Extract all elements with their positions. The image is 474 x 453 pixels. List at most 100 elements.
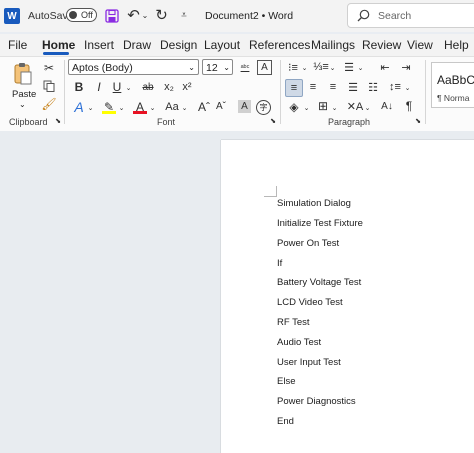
numbering-chevron-icon[interactable]: ⌄ bbox=[329, 62, 336, 74]
clipboard-group-label: Clipboard bbox=[9, 117, 48, 127]
font-color-icon[interactable]: A bbox=[133, 99, 147, 114]
document-line: Initialize Test Fixture bbox=[277, 218, 363, 229]
redo-icon[interactable]: ↻ bbox=[154, 7, 169, 24]
line-spacing-icon[interactable]: ↕≡ bbox=[387, 79, 403, 95]
separator bbox=[64, 60, 65, 124]
tab-view[interactable]: View bbox=[407, 38, 433, 52]
undo-dropdown-chevron-icon[interactable]: ⌄ bbox=[141, 9, 149, 21]
asian-layout-icon[interactable]: ✕A bbox=[347, 99, 364, 113]
bullets-chevron-icon[interactable]: ⌄ bbox=[301, 62, 308, 74]
autosave-toggle-knob bbox=[69, 11, 77, 19]
margin-corner-mark bbox=[264, 186, 277, 197]
document-line: User Input Test bbox=[277, 357, 341, 368]
document-line: End bbox=[277, 416, 294, 427]
document-line: Simulation Dialog bbox=[277, 198, 351, 209]
sort-icon[interactable]: A↓ bbox=[380, 99, 394, 113]
highlight-color-icon[interactable]: ✎ bbox=[102, 99, 116, 114]
text-effects-icon[interactable]: A bbox=[72, 99, 86, 115]
copy-icon[interactable] bbox=[42, 79, 56, 93]
align-center-icon[interactable]: ≡ bbox=[305, 79, 321, 95]
style-normal-tile[interactable]: AaBbC ¶ Norma bbox=[431, 62, 474, 108]
font-color-swatch bbox=[133, 111, 147, 114]
tab-file[interactable]: File bbox=[8, 38, 27, 52]
customize-toolbar-icon[interactable]: ⩡ bbox=[178, 8, 190, 22]
font-name-chevron-icon: ⌄ bbox=[188, 63, 195, 72]
separator bbox=[280, 60, 281, 124]
format-painter-icon[interactable]: 🖌 bbox=[41, 97, 56, 111]
paste-button[interactable]: Paste ⌄ bbox=[6, 60, 38, 112]
distributed-icon[interactable]: ☷ bbox=[365, 79, 381, 95]
undo-icon[interactable]: ↶ bbox=[126, 7, 141, 24]
search-box[interactable]: Search bbox=[347, 3, 474, 28]
tab-references[interactable]: References bbox=[249, 38, 310, 52]
paste-label: Paste bbox=[12, 89, 37, 100]
paragraph-dialog-launcher-icon[interactable]: ⬊ bbox=[414, 117, 422, 125]
bullets-icon[interactable]: ⁝≡ bbox=[286, 60, 300, 74]
asian-layout-chevron-icon[interactable]: ⌄ bbox=[364, 102, 371, 114]
tab-layout[interactable]: Layout bbox=[204, 38, 240, 52]
tab-help[interactable]: Help bbox=[444, 38, 469, 52]
tab-insert[interactable]: Insert bbox=[84, 38, 114, 52]
italic-icon[interactable]: I bbox=[92, 80, 106, 94]
font-color-chevron-icon[interactable]: ⌄ bbox=[149, 102, 156, 114]
numbering-icon[interactable]: ⅓≡ bbox=[313, 60, 329, 74]
tab-design[interactable]: Design bbox=[160, 38, 197, 52]
text-effects-chevron-icon[interactable]: ⌄ bbox=[87, 102, 94, 114]
show-formatting-marks-icon[interactable]: ¶ bbox=[402, 99, 416, 113]
tab-draw[interactable]: Draw bbox=[123, 38, 151, 52]
font-dialog-launcher-icon[interactable]: ⬊ bbox=[269, 117, 277, 125]
justify-icon[interactable]: ☰ bbox=[345, 79, 361, 95]
style-name-text: ¶ Norma bbox=[437, 93, 470, 103]
grow-font-icon[interactable]: Aˆ bbox=[197, 99, 211, 114]
document-title: Document2 • Word bbox=[205, 10, 294, 22]
subscript-icon[interactable]: x₂ bbox=[162, 80, 176, 94]
line-spacing-chevron-icon[interactable]: ⌄ bbox=[404, 82, 411, 94]
clipboard-dialog-launcher-icon[interactable]: ⬊ bbox=[54, 117, 62, 125]
document-line: Audio Test bbox=[277, 337, 322, 348]
font-size-combo[interactable]: 12 ⌄ bbox=[202, 59, 233, 75]
tab-review[interactable]: Review bbox=[362, 38, 401, 52]
highlight-color-swatch bbox=[102, 111, 116, 114]
word-app-icon: W bbox=[4, 8, 20, 24]
borders-chevron-icon[interactable]: ⌄ bbox=[331, 102, 338, 114]
strikethrough-icon[interactable]: ab bbox=[139, 80, 157, 94]
font-name-combo[interactable]: Aptos (Body) ⌄ bbox=[68, 59, 199, 75]
align-left-icon[interactable]: ≡ bbox=[285, 79, 303, 97]
search-placeholder: Search bbox=[378, 10, 412, 22]
multilevel-list-chevron-icon[interactable]: ⌄ bbox=[357, 62, 364, 74]
underline-dropdown-chevron-icon[interactable]: ⌄ bbox=[125, 82, 132, 94]
font-size-options-chevron-icon[interactable]: ⌄ bbox=[181, 102, 188, 114]
align-right-icon[interactable]: ≡ bbox=[325, 79, 341, 95]
document-line: Else bbox=[277, 376, 296, 387]
separator bbox=[425, 60, 426, 124]
superscript-icon[interactable]: x² bbox=[180, 80, 194, 94]
shrink-font-icon[interactable]: Aˇ bbox=[214, 99, 228, 114]
increase-indent-icon[interactable]: ⇥ bbox=[399, 60, 413, 74]
borders-icon[interactable]: ⊞ bbox=[316, 99, 330, 113]
character-shading-icon[interactable]: A bbox=[238, 100, 251, 113]
bold-icon[interactable]: B bbox=[72, 80, 86, 94]
active-tab-indicator bbox=[43, 52, 69, 55]
document-line: If bbox=[277, 258, 283, 269]
shading-icon[interactable]: ◈ bbox=[286, 99, 302, 114]
highlight-chevron-icon[interactable]: ⌄ bbox=[118, 102, 125, 114]
enclose-characters-icon[interactable]: 字 bbox=[256, 100, 271, 115]
document-line: RF Test bbox=[277, 317, 310, 328]
font-size-options-icon[interactable]: Aa bbox=[164, 99, 180, 114]
tab-mailings[interactable]: Mailings bbox=[311, 38, 355, 52]
shading-chevron-icon[interactable]: ⌄ bbox=[303, 102, 310, 114]
clear-formatting-icon[interactable]: A bbox=[257, 60, 272, 75]
cut-icon[interactable]: ✂ bbox=[42, 61, 56, 75]
paste-dropdown-chevron-icon: ⌄ bbox=[19, 100, 26, 109]
font-size-chevron-icon: ⌄ bbox=[223, 63, 230, 72]
multilevel-list-icon[interactable]: ☰ bbox=[342, 60, 356, 74]
font-name-value: Aptos (Body) bbox=[72, 62, 133, 74]
change-case-icon[interactable]: ᵃᵇᶜ bbox=[236, 60, 254, 74]
decrease-indent-icon[interactable]: ⇤ bbox=[378, 60, 392, 74]
save-icon[interactable] bbox=[104, 8, 119, 23]
autosave-toggle[interactable]: Off bbox=[66, 8, 97, 22]
document-line: Battery Voltage Test bbox=[277, 277, 362, 288]
paste-clipboard-icon bbox=[13, 62, 33, 86]
underline-icon[interactable]: U bbox=[110, 80, 124, 94]
tab-home[interactable]: Home bbox=[42, 38, 75, 52]
